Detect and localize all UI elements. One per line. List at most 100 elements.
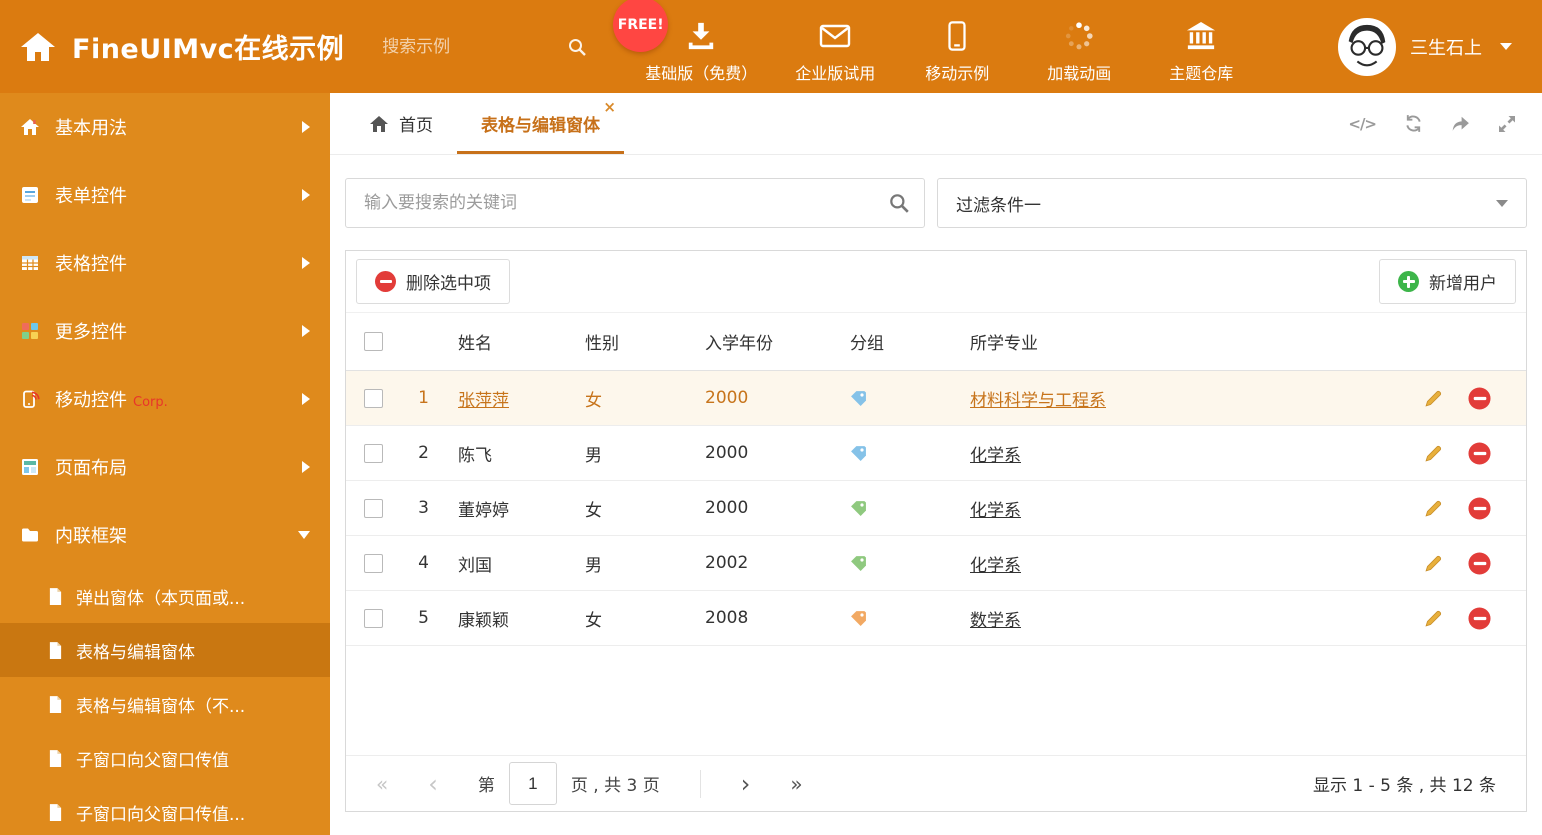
sidebar-subitem-child-to-parent-alt[interactable]: 子窗口向父窗口传值... xyxy=(0,785,330,835)
table-row[interactable]: 4 刘国 男 2002 化学系 xyxy=(346,536,1526,591)
edit-icon[interactable] xyxy=(1424,554,1443,573)
row-checkbox[interactable] xyxy=(364,498,383,518)
sidebar-item-basic-usage[interactable]: 基本用法 xyxy=(0,93,330,161)
nav-item-label: 加载动画 xyxy=(1047,64,1112,83)
nav-item-loading-animation[interactable]: 加载动画 xyxy=(1025,9,1133,84)
delete-icon[interactable] xyxy=(1468,606,1491,630)
last-page-button[interactable] xyxy=(790,774,802,794)
expand-icon[interactable] xyxy=(1498,115,1516,133)
nav-item-label: 企业版试用 xyxy=(795,64,876,83)
page-icon xyxy=(48,803,63,822)
student-name-link[interactable]: 董婷婷 xyxy=(458,496,509,521)
major-link[interactable]: 材料科学与工程系 xyxy=(970,386,1106,411)
refresh-icon[interactable] xyxy=(1404,114,1423,133)
home-icon xyxy=(20,31,56,63)
group-tag-icon xyxy=(850,555,867,572)
share-icon[interactable] xyxy=(1451,115,1470,132)
grid-toolbar: 删除选中项 新增用户 xyxy=(346,251,1526,313)
close-icon[interactable] xyxy=(603,100,616,115)
filter-dropdown[interactable]: 过滤条件一 xyxy=(937,178,1527,228)
table-row[interactable]: 1 张萍萍 女 2000 材料科学与工程系 xyxy=(346,371,1526,426)
button-label: 删除选中项 xyxy=(406,274,491,293)
year-cell: 2000 xyxy=(705,498,749,518)
sidebar-subitem-grid-edit-window-alt[interactable]: 表格与编辑窗体（不... xyxy=(0,677,330,731)
edit-icon[interactable] xyxy=(1424,389,1443,408)
free-badge: FREE! xyxy=(613,0,669,52)
row-checkbox[interactable] xyxy=(364,388,383,408)
nav-item-mobile-demo[interactable]: 移动示例 xyxy=(903,9,1011,84)
header-search[interactable] xyxy=(382,36,587,57)
row-number: 2 xyxy=(418,443,429,463)
col-group: 分组 xyxy=(850,334,884,354)
page-icon xyxy=(48,587,63,606)
sidebar-item-table-controls[interactable]: 表格控件 xyxy=(0,229,330,297)
tab-label: 表格与编辑窗体 xyxy=(481,116,600,136)
select-all-checkbox[interactable] xyxy=(364,332,383,351)
major-link[interactable]: 数学系 xyxy=(970,606,1021,631)
tab-grid-edit-window[interactable]: 表格与编辑窗体 xyxy=(457,93,624,154)
search-icon[interactable] xyxy=(888,192,910,214)
student-name-link[interactable]: 康颖颖 xyxy=(458,606,509,631)
row-number: 4 xyxy=(418,553,429,573)
row-checkbox[interactable] xyxy=(364,553,383,573)
sidebar-item-label: 页面布局 xyxy=(55,458,127,479)
page-icon xyxy=(48,695,63,714)
chevron-down-icon xyxy=(1500,43,1512,50)
delete-selected-button[interactable]: 删除选中项 xyxy=(356,259,510,304)
user-menu[interactable]: 三生石上 xyxy=(1338,17,1542,76)
sidebar-subitem-label: 弹出窗体（本页面或... xyxy=(76,588,246,609)
sidebar-item-inline-frame[interactable]: 内联框架 xyxy=(0,501,330,569)
table-row[interactable]: 2 陈飞 男 2000 化学系 xyxy=(346,426,1526,481)
sidebar-item-form-controls[interactable]: 表单控件 xyxy=(0,161,330,229)
sidebar-subitem-popup-window[interactable]: 弹出窗体（本页面或... xyxy=(0,569,330,623)
student-name-link[interactable]: 张萍萍 xyxy=(458,386,509,411)
nav-item-enterprise-trial[interactable]: 企业版试用 xyxy=(781,9,889,84)
prev-page-button[interactable] xyxy=(428,772,438,796)
edit-icon[interactable] xyxy=(1424,499,1443,518)
next-page-button[interactable] xyxy=(741,772,751,796)
major-link[interactable]: 化学系 xyxy=(970,551,1021,576)
delete-icon[interactable] xyxy=(1468,496,1491,520)
nav-item-theme-repo[interactable]: 主题仓库 xyxy=(1147,9,1255,84)
row-checkbox[interactable] xyxy=(364,608,383,628)
table-row[interactable]: 3 董婷婷 女 2000 化学系 xyxy=(346,481,1526,536)
add-user-button[interactable]: 新增用户 xyxy=(1379,259,1516,304)
page-number-input[interactable] xyxy=(508,762,557,805)
tab-home[interactable]: 首页 xyxy=(345,93,457,154)
search-icon[interactable] xyxy=(567,37,587,57)
sidebar-subitem-label: 子窗口向父窗口传值... xyxy=(76,804,246,825)
col-year: 入学年份 xyxy=(705,334,773,354)
source-code-icon[interactable] xyxy=(1348,115,1376,133)
chevron-right-icon xyxy=(302,393,310,405)
col-gender: 性别 xyxy=(585,334,619,354)
row-checkbox[interactable] xyxy=(364,443,383,463)
house-icon xyxy=(20,117,40,137)
year-cell: 2002 xyxy=(705,553,749,573)
sidebar-item-more-controls[interactable]: 更多控件 xyxy=(0,297,330,365)
sidebar-subitem-child-to-parent[interactable]: 子窗口向父窗口传值 xyxy=(0,731,330,785)
edit-icon[interactable] xyxy=(1424,609,1443,628)
envelope-icon xyxy=(819,21,851,51)
sidebar-subitem-grid-edit-window[interactable]: 表格与编辑窗体 xyxy=(0,623,330,677)
nav-item-basic-free[interactable]: FREE! 基础版（免费） xyxy=(613,0,767,84)
delete-icon[interactable] xyxy=(1468,441,1491,465)
header-search-input[interactable] xyxy=(382,36,533,57)
student-name-link[interactable]: 陈飞 xyxy=(458,441,492,466)
table-row[interactable]: 5 康颖颖 女 2008 数学系 xyxy=(346,591,1526,646)
keyword-search-box xyxy=(345,178,925,228)
mobile-icon xyxy=(947,21,967,51)
brand[interactable]: FineUIMvc在线示例 xyxy=(0,27,344,66)
delete-icon[interactable] xyxy=(1468,551,1491,575)
major-link[interactable]: 化学系 xyxy=(970,441,1021,466)
keyword-search-input[interactable] xyxy=(348,193,888,213)
layout-icon xyxy=(20,457,40,477)
first-page-button[interactable] xyxy=(376,774,388,794)
student-name-link[interactable]: 刘国 xyxy=(458,551,492,576)
sidebar-item-mobile-controls[interactable]: 移动控件 Corp. xyxy=(0,365,330,433)
sidebar-item-page-layout[interactable]: 页面布局 xyxy=(0,433,330,501)
pagination-bar: 第 页 , 共 3 页 显示 1 - 5 条 , 共 12 条 xyxy=(346,755,1526,811)
edit-icon[interactable] xyxy=(1424,444,1443,463)
delete-icon[interactable] xyxy=(1468,386,1491,410)
major-link[interactable]: 化学系 xyxy=(970,496,1021,521)
year-cell: 2008 xyxy=(705,608,749,628)
